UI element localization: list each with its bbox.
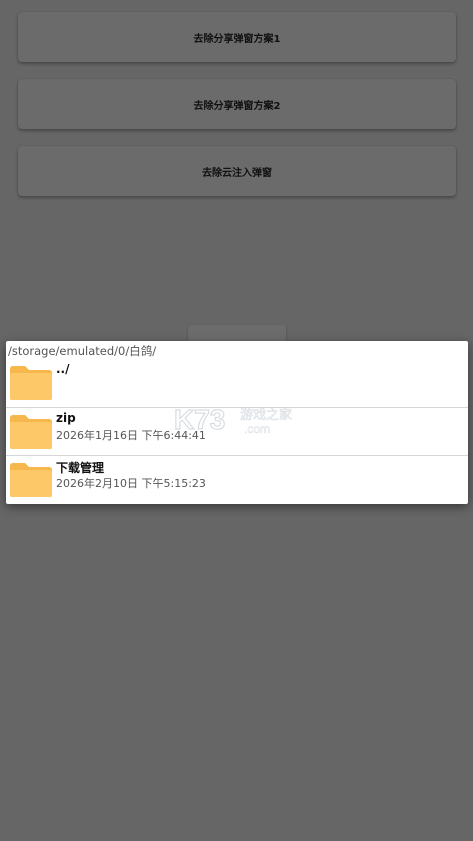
- current-path: /storage/emulated/0/白鸽/: [8, 344, 157, 358]
- button-label: 去除分享弹窗方案1: [193, 33, 281, 45]
- button-label: 去除云注入弹窗: [202, 167, 272, 179]
- remove-share-popup-plan1-button[interactable]: 去除分享弹窗方案1: [18, 12, 456, 62]
- file-date: 2026年2月10日 下午5:15:23: [56, 477, 206, 490]
- folder-icon: [10, 415, 52, 449]
- svg-text:.com: .com: [244, 422, 270, 436]
- remove-share-popup-plan2-button[interactable]: 去除分享弹窗方案2: [18, 79, 456, 129]
- remove-cloud-inject-popup-button[interactable]: 去除云注入弹窗: [18, 146, 456, 196]
- file-name: ../: [56, 362, 70, 376]
- svg-text:游戏之家: 游戏之家: [240, 407, 292, 423]
- svg-text:K73: K73: [174, 404, 225, 435]
- file-name: zip: [56, 411, 76, 425]
- file-name: 下载管理: [56, 461, 105, 475]
- file-list-item[interactable]: 下载管理 2026年2月10日 下午5:15:23: [6, 456, 468, 504]
- file-list-item-parent[interactable]: ../: [6, 359, 468, 407]
- folder-icon: [10, 463, 52, 497]
- k73-watermark-logo: K73 游戏之家 .com: [173, 403, 292, 436]
- folder-icon: [10, 366, 52, 400]
- button-label: 去除分享弹窗方案2: [193, 100, 281, 112]
